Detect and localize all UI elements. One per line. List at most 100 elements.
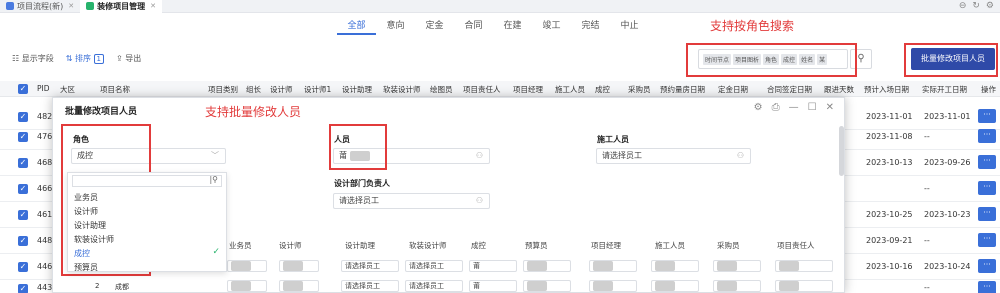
search-icon: ⚲ <box>857 53 865 64</box>
refresh-icon[interactable]: ↻ <box>972 1 980 11</box>
pid-cell: 482 <box>37 112 53 121</box>
dropdown-option[interactable]: 设计师 <box>74 206 98 217</box>
row-action-button[interactable]: ··· <box>978 109 996 123</box>
pid-cell: 448 <box>37 236 53 245</box>
grid-cell[interactable] <box>775 280 833 292</box>
export-label: 导出 <box>125 54 142 63</box>
role-dropdown: |⚲ 业务员 设计师 设计助理 软装设计师 成控 ✓ 预算员 <box>67 172 227 272</box>
settings-icon[interactable]: ⚙ <box>754 102 763 113</box>
annotation-box-person <box>329 124 387 170</box>
maximize-icon[interactable]: ☐ <box>808 102 817 113</box>
pid-cell: 461 <box>37 210 53 219</box>
grid-cell[interactable] <box>713 280 761 292</box>
grid-cell[interactable] <box>651 260 699 272</box>
close-icon[interactable]: ✕ <box>68 2 74 10</box>
tab-all[interactable]: 全部 <box>337 19 376 35</box>
dept-head-select[interactable]: 请选择员工 ⚇ <box>333 193 490 209</box>
show-fields-label: 显示字段 <box>21 54 54 63</box>
row-action-button[interactable]: ··· <box>978 155 996 169</box>
grid-cell[interactable] <box>775 260 833 272</box>
row-checkbox[interactable]: ✓ <box>18 262 28 272</box>
tab-intent[interactable]: 意向 <box>376 19 415 35</box>
print-icon[interactable]: ⎙ <box>772 102 780 113</box>
col-header: 设计助理 <box>342 85 372 94</box>
dropdown-option[interactable]: 预算员 <box>74 262 98 273</box>
grid-cell[interactable] <box>589 280 637 292</box>
tab-finished[interactable]: 完结 <box>571 19 610 35</box>
builder-select[interactable]: 请选择员工 ⚇ <box>596 148 751 164</box>
dropdown-option[interactable]: 业务员 <box>74 192 98 203</box>
grid-cell[interactable]: 莆 <box>469 260 517 272</box>
minimize-icon[interactable]: — <box>789 102 799 113</box>
grid-cell[interactable] <box>523 260 571 272</box>
row-checkbox[interactable]: ✓ <box>18 284 28 293</box>
settings-icon[interactable]: ⚙ <box>986 1 994 11</box>
row-action-button[interactable]: ··· <box>978 207 996 221</box>
row-action-button[interactable]: ··· <box>978 233 996 247</box>
row-checkbox[interactable]: ✓ <box>18 158 28 168</box>
select-all-checkbox[interactable]: ✓ <box>18 84 28 94</box>
export-button[interactable]: ⇪ 导出 <box>116 53 141 64</box>
builder-placeholder: 请选择员工 <box>602 151 642 160</box>
tab-contract[interactable]: 合同 <box>454 19 493 35</box>
actual-start-date: -- <box>924 132 930 141</box>
grid-cell[interactable] <box>227 260 267 272</box>
row-name: 成都 <box>115 283 129 291</box>
project-flow-icon <box>6 2 14 10</box>
dropdown-option-selected[interactable]: 成控 <box>74 248 90 259</box>
pid-cell: 443 <box>37 283 53 292</box>
row-checkbox[interactable]: ✓ <box>18 184 28 194</box>
col-header: 软装设计师 <box>383 85 421 94</box>
user-group-icon: ⚇ <box>736 151 744 160</box>
expected-entry-date: 2023-10-13 <box>866 158 913 167</box>
row-checkbox[interactable]: ✓ <box>18 112 28 122</box>
show-fields-button[interactable]: ☷ 显示字段 <box>12 53 54 64</box>
grid-cell[interactable]: 请选择员工 <box>341 280 399 292</box>
col-header: 项目责任人 <box>463 85 501 94</box>
tab-building[interactable]: 在建 <box>493 19 532 35</box>
col-header: 合同签定日期 <box>767 85 812 94</box>
row-checkbox[interactable]: ✓ <box>18 132 28 142</box>
expected-entry-date: 2023-11-01 <box>866 112 913 121</box>
grid-cell[interactable] <box>279 260 319 272</box>
pid-cell: 446 <box>37 262 53 271</box>
tab-renovation-management[interactable]: 装修项目管理 ✕ <box>80 0 162 13</box>
tab-deposit[interactable]: 定金 <box>415 19 454 35</box>
tab-label: 项目流程(新) <box>17 1 64 11</box>
row-action-button[interactable]: ··· <box>978 281 996 293</box>
dropdown-option[interactable]: 软装设计师 <box>74 234 114 245</box>
screen-icon[interactable]: ⊖ <box>959 1 967 11</box>
grid-cell[interactable] <box>713 260 761 272</box>
actual-start-date: 2023-10-24 <box>924 262 971 271</box>
tab-completed[interactable]: 竣工 <box>532 19 571 35</box>
top-tab-bar: 项目流程(新) ✕ 装修项目管理 ✕ ⊖ ↻ ⚙ <box>0 0 1000 13</box>
grid-header: 设计助理 <box>345 241 375 250</box>
row-action-button[interactable]: ··· <box>978 259 996 273</box>
tab-suspended[interactable]: 中止 <box>610 19 649 35</box>
dept-head-placeholder: 请选择员工 <box>339 196 379 205</box>
grid-header: 设计师 <box>279 241 302 250</box>
grid-cell[interactable]: 莆 <box>469 280 517 292</box>
row-action-button[interactable]: ··· <box>978 181 996 195</box>
grid-cell[interactable] <box>523 280 571 292</box>
grid-header: 施工人员 <box>655 241 685 250</box>
modal-scrollbar[interactable] <box>839 126 844 176</box>
grid-header: 项目经理 <box>591 241 621 250</box>
grid-cell[interactable] <box>279 280 319 292</box>
close-icon[interactable]: ✕ <box>826 102 834 113</box>
sort-button[interactable]: ⇅ 排序 1 <box>66 53 104 64</box>
grid-cell[interactable]: 请选择员工 <box>405 280 463 292</box>
tab-project-flow[interactable]: 项目流程(新) ✕ <box>0 0 80 13</box>
dropdown-option[interactable]: 设计助理 <box>74 220 106 231</box>
grid-cell[interactable]: 请选择员工 <box>341 260 399 272</box>
close-icon[interactable]: ✕ <box>150 2 156 10</box>
dropdown-search-input[interactable]: |⚲ <box>72 175 222 187</box>
grid-header: 预算员 <box>525 241 548 250</box>
grid-cell[interactable] <box>589 260 637 272</box>
row-checkbox[interactable]: ✓ <box>18 236 28 246</box>
grid-cell[interactable] <box>651 280 699 292</box>
grid-cell[interactable]: 请选择员工 <box>405 260 463 272</box>
row-action-button[interactable]: ··· <box>978 129 996 143</box>
grid-cell[interactable] <box>227 280 267 292</box>
row-checkbox[interactable]: ✓ <box>18 210 28 220</box>
